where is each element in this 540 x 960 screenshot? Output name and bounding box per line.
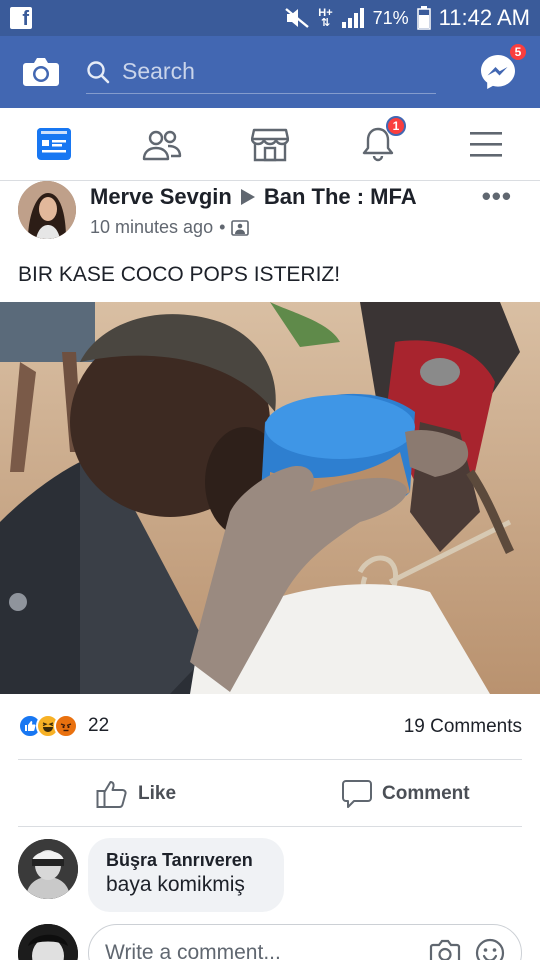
- audience-icon: [231, 219, 250, 236]
- post-author-line: Merve Sevgin Ban The : MFA: [90, 184, 417, 210]
- network-type-icon: H+ ⇅: [318, 7, 333, 29]
- friends-icon: [142, 130, 182, 161]
- news-feed-icon: [37, 128, 71, 160]
- commenter-avatar[interactable]: [18, 839, 78, 899]
- tab-menu[interactable]: [456, 114, 516, 174]
- arrow-right-icon: [240, 189, 255, 205]
- tab-notifications[interactable]: 1: [348, 114, 408, 174]
- camera-icon[interactable]: [22, 55, 60, 89]
- commenter-photo: [18, 839, 78, 899]
- post-photo[interactable]: [0, 302, 540, 694]
- search-input[interactable]: [122, 58, 422, 85]
- comment-input[interactable]: [105, 941, 425, 960]
- tab-news-feed[interactable]: [24, 114, 84, 174]
- user-avatar: [18, 924, 78, 960]
- thumbs-up-icon: [96, 781, 127, 808]
- comment-composer[interactable]: [88, 924, 522, 960]
- like-button[interactable]: Like: [96, 776, 176, 812]
- user-photo: [18, 924, 78, 960]
- divider-bottom: [18, 826, 522, 827]
- comment-text: baya komikmiş: [106, 873, 245, 896]
- post-timestamp[interactable]: 10 minutes ago: [90, 217, 213, 238]
- camera-icon[interactable]: [429, 939, 461, 960]
- commenter-name[interactable]: Büşra Tanrıveren: [106, 850, 266, 871]
- battery-icon: [416, 6, 431, 30]
- author-photo: [18, 181, 76, 239]
- comment-icon: [342, 780, 372, 808]
- status-bar: f H+ ⇅ 71% 11:42 AM: [0, 0, 540, 36]
- divider-top: [18, 759, 522, 760]
- battery-percent: 71%: [372, 7, 409, 28]
- meta-separator: •: [219, 217, 226, 237]
- status-indicators: H+ ⇅ 71% 11:42 AM: [284, 5, 530, 31]
- app-bar: 5: [0, 36, 540, 108]
- comments-count[interactable]: 19 Comments: [404, 716, 522, 738]
- mute-icon: [285, 8, 310, 28]
- search-icon: [87, 60, 110, 83]
- nav-tabs: 1: [0, 108, 540, 181]
- search-bar[interactable]: [86, 50, 436, 94]
- marketplace-icon: [251, 128, 289, 162]
- comment-bubble[interactable]: Büşra Tanrıveren baya komikmiş: [88, 838, 284, 912]
- group-name[interactable]: Ban The : MFA: [264, 184, 417, 210]
- signal-icon: [341, 8, 364, 28]
- notifications-badge: 1: [386, 116, 406, 136]
- facebook-notification-icon: f: [10, 7, 32, 29]
- like-label: Like: [138, 783, 177, 804]
- post-text: BIR KASE COCO POPS ISTERIZ!: [18, 263, 341, 286]
- tab-marketplace[interactable]: [240, 114, 300, 174]
- emoji-icon[interactable]: [475, 938, 505, 960]
- post-meta: 10 minutes ago •: [90, 217, 250, 238]
- author-avatar[interactable]: [18, 181, 76, 239]
- clock: 11:42 AM: [438, 5, 530, 30]
- comment-button[interactable]: Comment: [342, 776, 470, 812]
- messenger-button[interactable]: 5: [478, 42, 528, 92]
- post-header: Merve Sevgin Ban The : MFA 10 minutes ag…: [0, 181, 540, 251]
- reaction-count: 22: [88, 715, 110, 736]
- angry-reaction-icon: [54, 714, 78, 738]
- messenger-badge: 5: [508, 42, 528, 62]
- reactions-summary[interactable]: 22: [18, 714, 109, 738]
- more-options-icon[interactable]: •••: [482, 181, 512, 212]
- post-image: [0, 302, 540, 694]
- menu-icon: [470, 132, 502, 157]
- comment-label: Comment: [382, 783, 470, 804]
- author-name[interactable]: Merve Sevgin: [90, 184, 232, 210]
- tab-friends[interactable]: [132, 114, 192, 174]
